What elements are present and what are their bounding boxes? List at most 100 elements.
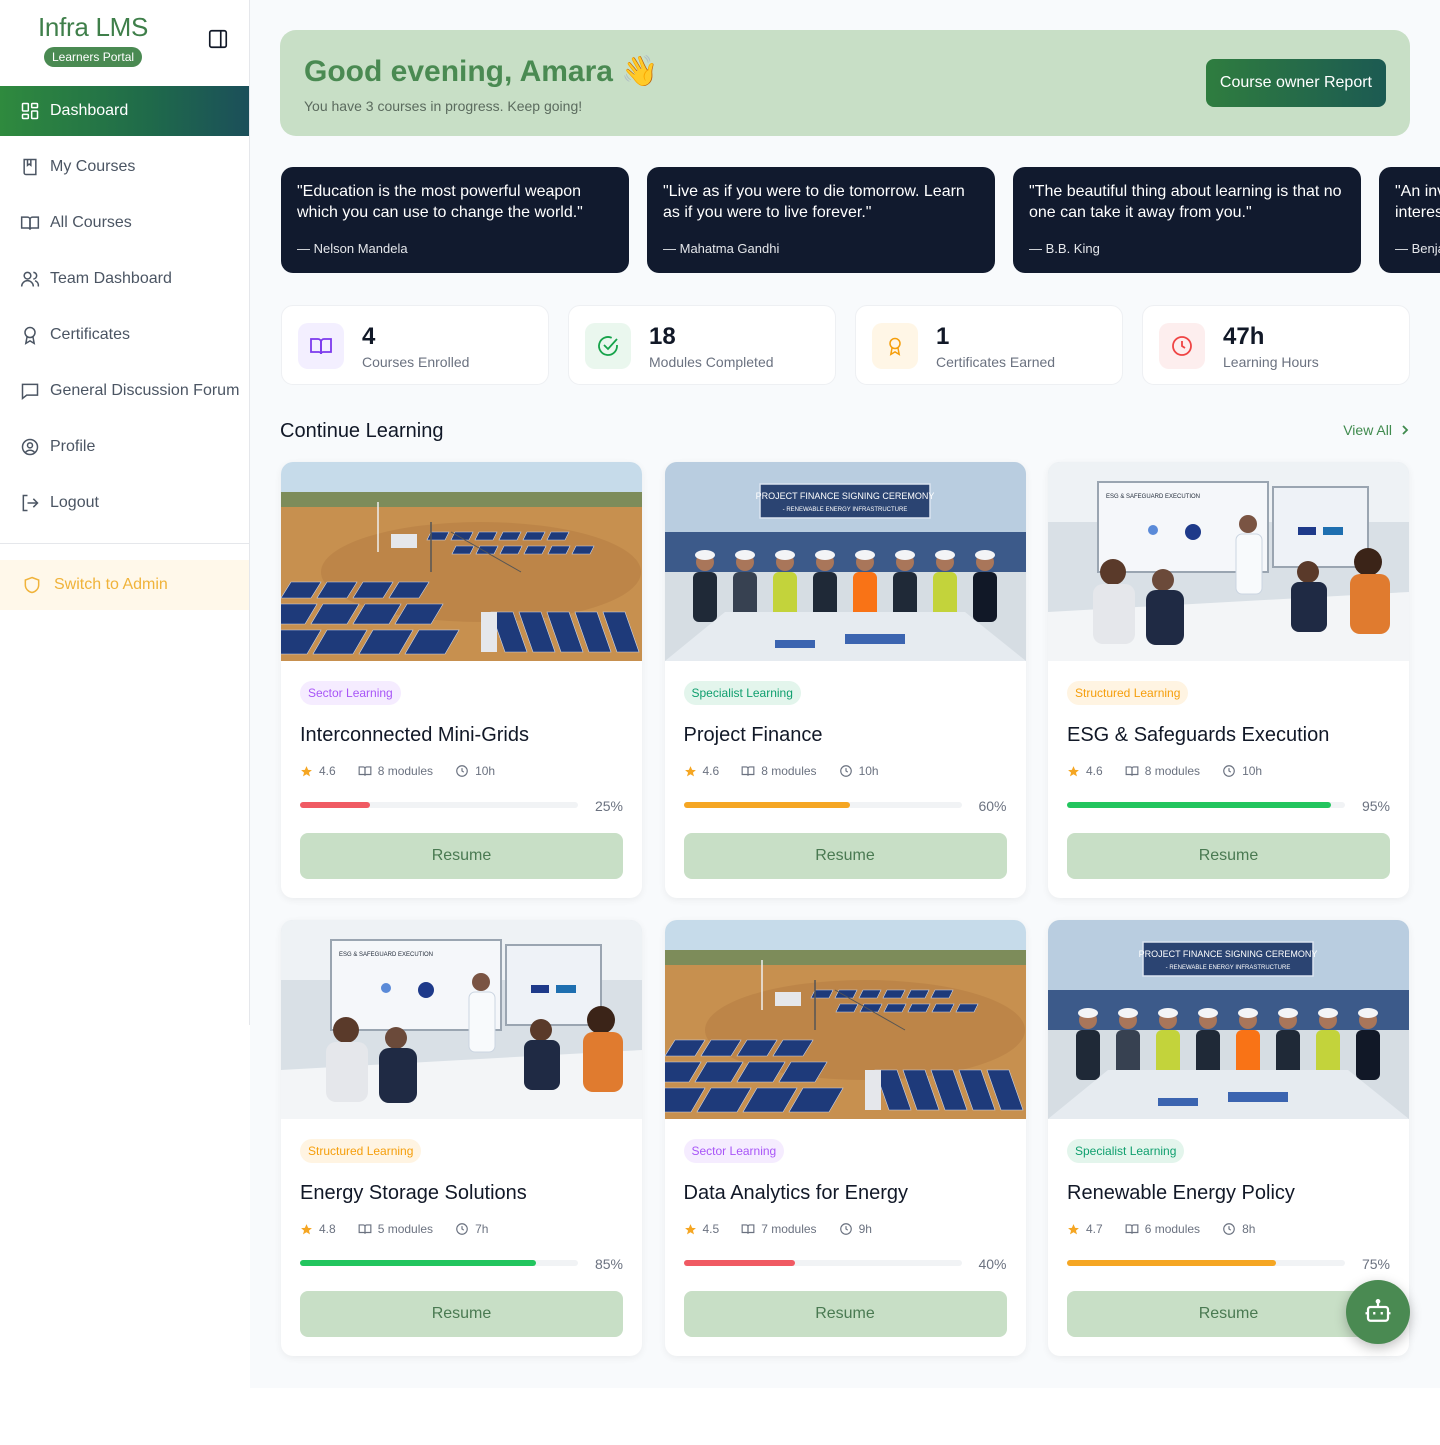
brand-name: Infra LMS <box>38 12 149 42</box>
course-modules: 7 modules <box>761 1222 817 1236</box>
course-meta: 4.7 6 modules 8h <box>1067 1222 1277 1236</box>
book-icon <box>358 764 372 778</box>
course-card[interactable]: ESG & SAFEGUARD EXECUTION Structured Lear… <box>1048 462 1409 898</box>
users-icon <box>20 269 40 289</box>
sidebar-item-label: Certificates <box>50 326 131 343</box>
open-book-icon <box>20 213 40 233</box>
star-icon <box>1067 1223 1080 1236</box>
sidebar-item-label: My Courses <box>50 158 136 175</box>
stat-value: 18 <box>649 323 676 350</box>
course-hours: 10h <box>475 764 496 778</box>
stat-value: 1 <box>936 323 950 350</box>
greeting-banner: Good evening, Amara 👋 You have 3 courses… <box>280 30 1410 136</box>
view-all-link[interactable]: View All <box>1343 422 1410 438</box>
sidebar-divider <box>0 543 249 544</box>
ceremony-banner-text: PROJECT FINANCE SIGNING CEREMONY <box>1139 949 1318 959</box>
panel-toggle-icon <box>208 29 228 49</box>
clock-icon <box>1222 764 1236 778</box>
progress-fill <box>1067 1260 1276 1266</box>
course-modules: 5 modules <box>377 1222 434 1236</box>
stat-label: Certificates Earned <box>936 354 1056 370</box>
sidebar-item-all-courses[interactable]: All Courses <box>0 198 249 248</box>
progress-bar <box>683 1260 962 1266</box>
course-card[interactable]: PROJECT FINANCE SIGNING CEREMONY - RENEWA… <box>664 462 1026 898</box>
quote-card: "Live as if you were to die tomorrow. Le… <box>647 167 995 273</box>
resume-button[interactable]: Resume <box>683 833 1007 879</box>
sidebar: Infra LMS Learners Portal Dashboard My Co… <box>0 0 250 1025</box>
course-owner-report-button[interactable]: Course owner Report <box>1205 59 1386 107</box>
progress-bar <box>300 802 578 808</box>
resume-button[interactable]: Resume <box>300 1291 623 1337</box>
course-thumbnail <box>664 920 1026 1119</box>
sidebar-item-profile[interactable]: Profile <box>0 422 249 472</box>
course-modules: 8 modules <box>761 764 817 778</box>
course-card[interactable]: Sector Learning Interconnected Mini-Grids… <box>281 462 642 898</box>
sidebar-item-logout[interactable]: Logout <box>0 478 249 528</box>
sidebar-item-my-courses[interactable]: My Courses <box>0 142 249 192</box>
main-content: Good evening, Amara 👋 You have 3 courses… <box>250 0 1440 1388</box>
progress-percent: 85% <box>594 1256 623 1272</box>
chevron-right-icon <box>1402 425 1409 435</box>
quote-card: "Education is the most powerful weapon w… <box>281 167 629 273</box>
stat-card: 1 Certificates Earned <box>855 305 1123 385</box>
quote-author: — Mahatma Gandhi <box>663 241 780 256</box>
ceremony-banner-subtext: - RENEWABLE ENERGY INFRASTRUCTURE <box>1166 965 1291 971</box>
course-tag: Specialist Learning <box>1067 1139 1185 1163</box>
progress-bar <box>683 802 962 808</box>
course-meta: 4.5 7 modules 9h <box>684 1222 894 1236</box>
course-meta: 4.6 8 modules 10h <box>300 764 517 778</box>
course-title: Renewable Energy Policy <box>1067 1182 1295 1204</box>
course-meta: 4.8 5 modules 7h <box>300 1222 510 1236</box>
resume-button[interactable]: Resume <box>1067 1291 1390 1337</box>
award-icon <box>20 325 40 345</box>
star-icon <box>684 1223 697 1236</box>
sidebar-item-general-discussion-forum[interactable]: General Discussion Forum <box>0 366 249 416</box>
brand: Infra LMS Learners Portal <box>38 12 178 67</box>
shield-icon <box>22 575 42 595</box>
clock-icon <box>1222 1222 1236 1236</box>
star-icon <box>300 765 313 778</box>
sidebar-item-label: General Discussion Forum <box>50 382 240 399</box>
sidebar-item-certificates[interactable]: Certificates <box>0 310 249 360</box>
sidebar-toggle-button[interactable] <box>206 28 230 52</box>
clock-icon <box>1159 323 1205 369</box>
star-icon <box>1067 765 1080 778</box>
view-all-label: View All <box>1343 422 1392 438</box>
course-rating: 4.7 <box>1086 1222 1103 1236</box>
chatbot-button[interactable] <box>1346 1280 1410 1344</box>
progress-percent: 25% <box>594 798 623 814</box>
progress-percent: 60% <box>978 798 1007 814</box>
dashboard-icon <box>20 101 40 121</box>
course-thumbnail: ESG & SAFEGUARD EXECUTION <box>281 920 642 1119</box>
course-card[interactable]: Sector Learning Data Analytics for Energy… <box>664 920 1026 1356</box>
progress-percent: 95% <box>1361 798 1390 814</box>
progress-percent: 75% <box>1361 1256 1390 1272</box>
course-card[interactable]: ESG & SAFEGUARD EXECUTION Structured Lear… <box>281 920 642 1356</box>
star-icon <box>300 1223 313 1236</box>
progress-bar <box>1067 802 1345 808</box>
sidebar-item-team-dashboard[interactable]: Team Dashboard <box>0 254 249 304</box>
book-icon <box>298 323 344 369</box>
clock-icon <box>455 764 469 778</box>
bookmark-book-icon <box>20 157 40 177</box>
award-icon <box>872 323 918 369</box>
course-meta: 4.6 8 modules 10h <box>1067 764 1284 778</box>
logout-icon <box>20 493 40 513</box>
quote-author: — Nelson Mandela <box>297 241 408 256</box>
ceremony-banner-subtext: - RENEWABLE ENERGY INFRASTRUCTURE <box>782 507 907 513</box>
greeting-subtitle: You have 3 courses in progress. Keep goi… <box>304 98 583 114</box>
switch-to-admin-button[interactable]: Switch to Admin <box>0 560 249 610</box>
sidebar-item-label: Logout <box>50 494 99 511</box>
resume-button[interactable]: Resume <box>683 1291 1007 1337</box>
meeting-screen-text: ESG & SAFEGUARD EXECUTION <box>339 952 433 958</box>
course-rating: 4.6 <box>319 764 336 778</box>
resume-button[interactable]: Resume <box>1067 833 1390 879</box>
star-icon <box>684 765 697 778</box>
course-thumbnail <box>281 462 642 661</box>
clock-icon <box>839 1222 853 1236</box>
quotes-carousel[interactable]: "Education is the most powerful weapon w… <box>281 167 1440 273</box>
sidebar-item-label: All Courses <box>50 214 132 231</box>
resume-button[interactable]: Resume <box>300 833 623 879</box>
ceremony-banner-text: PROJECT FINANCE SIGNING CEREMONY <box>755 491 934 501</box>
sidebar-item-dashboard[interactable]: Dashboard <box>0 86 249 136</box>
